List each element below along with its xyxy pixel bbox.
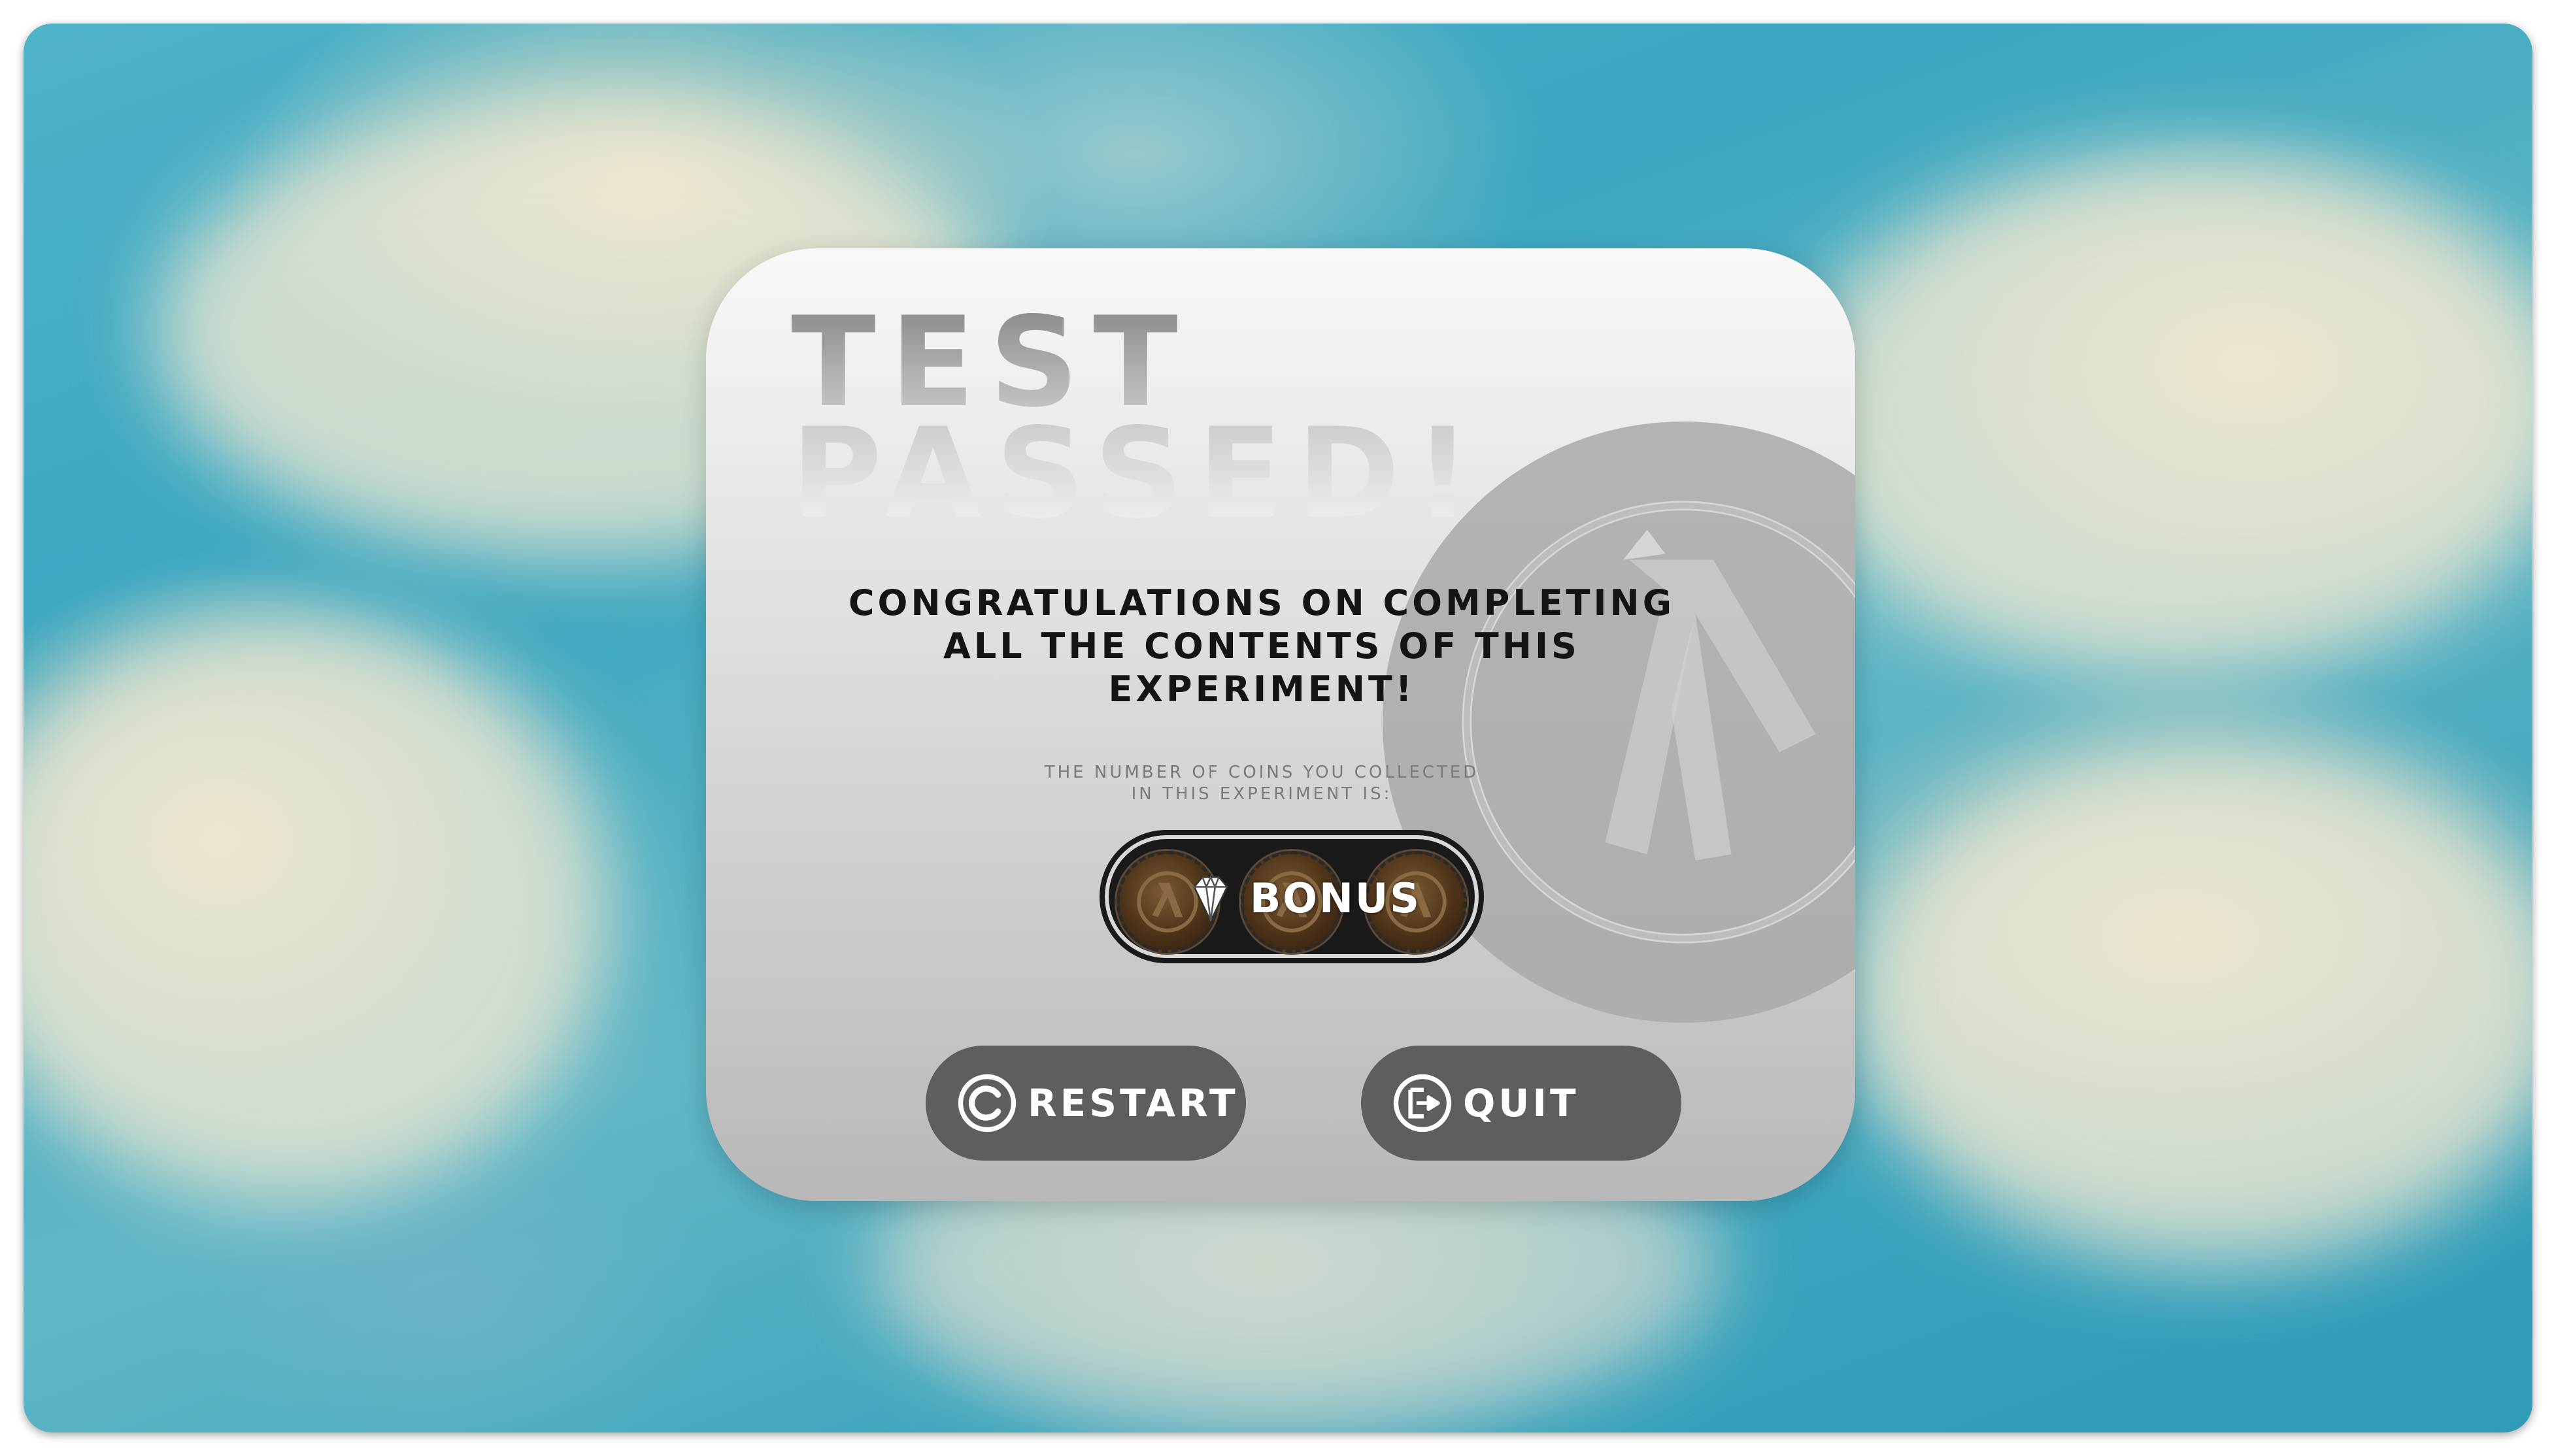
title-line-passed: PASSED! <box>791 401 1486 546</box>
congratulations-message: CONGRATULATIONS ON COMPLETING ALL THE CO… <box>848 582 1675 710</box>
game-background-sky: TEST PASSED! CONGRATULATIONS ON COMPLETI… <box>24 24 2532 1432</box>
test-passed-dialog: TEST PASSED! CONGRATULATIONS ON COMPLETI… <box>706 248 1855 1201</box>
exit-icon <box>1393 1074 1452 1133</box>
diamond-icon <box>1193 874 1228 923</box>
test-passed-title: TEST PASSED! <box>791 307 1485 529</box>
cloud <box>1854 742 2532 1265</box>
cloud <box>24 612 612 1200</box>
restart-button-label: RESTART <box>1028 1081 1239 1125</box>
restart-button[interactable]: RESTART <box>926 1046 1246 1161</box>
bonus-coin-counter: BONUS <box>1100 830 1484 963</box>
bonus-label: BONUS <box>1250 874 1421 922</box>
quit-button[interactable]: QUIT <box>1361 1046 1681 1161</box>
cloud <box>1789 154 2532 677</box>
bonus-label-group: BONUS <box>1183 870 1421 925</box>
coins-caption-line2: IN THIS EXPERIMENT IS: <box>1131 784 1392 804</box>
quit-button-label: QUIT <box>1463 1081 1579 1125</box>
restart-icon <box>958 1074 1017 1133</box>
coins-caption-line1: THE NUMBER OF COINS YOU COLLECTED <box>1044 763 1479 782</box>
coins-caption: THE NUMBER OF COINS YOU COLLECTED IN THI… <box>967 762 1556 805</box>
